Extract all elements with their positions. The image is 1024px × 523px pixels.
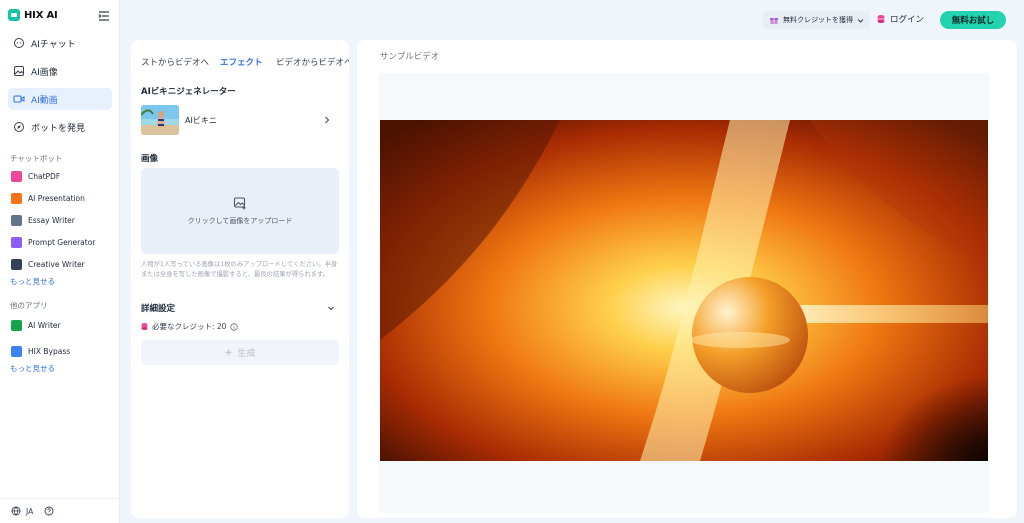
- login-button[interactable]: ログイン: [877, 13, 924, 25]
- ai-writer-icon: [11, 320, 22, 331]
- generator-name: AIビキニ: [185, 115, 217, 125]
- app-essay-writer[interactable]: Essay Writer: [11, 215, 75, 226]
- logo-text: HIX AI: [24, 9, 58, 21]
- sparkle-icon: [224, 348, 233, 357]
- essay-writer-icon: [11, 215, 22, 226]
- image-upload-area[interactable]: クリックして画像をアップロード: [141, 168, 339, 254]
- image-icon: [14, 66, 24, 76]
- nav-ai-video[interactable]: AI動画: [8, 88, 112, 110]
- other-apps-section-label: 他のアプリ: [10, 301, 48, 310]
- tab-bar: ストからビデオへ エフェクト ビデオからビデオへ: [131, 52, 349, 72]
- free-credit-label: 無料クレジットを獲得: [783, 16, 853, 24]
- image-section-label: 画像: [141, 154, 159, 164]
- generator-thumbnail: [141, 105, 179, 135]
- nav-discover-bots[interactable]: ボットを発見: [8, 116, 112, 138]
- generator-section-label: AIビキニジェネレーター: [141, 87, 236, 97]
- logo[interactable]: HIX AI: [8, 9, 58, 21]
- tab-text-to-video[interactable]: ストからビデオへ: [141, 56, 209, 68]
- generator-selector[interactable]: AIビキニ: [141, 102, 339, 138]
- preview-panel: サンプルビデオ: [357, 40, 1017, 518]
- collapse-sidebar-icon[interactable]: [98, 10, 110, 22]
- info-icon[interactable]: [230, 322, 239, 331]
- sidebar: HIX AI AIチャット AI画像 AI動画 ボットを発見 チャットボット C…: [0, 0, 120, 523]
- chevron-down-icon: [328, 306, 334, 311]
- app-hix-bypass[interactable]: HIX Bypass: [11, 346, 70, 357]
- sample-video-frame: [380, 120, 988, 461]
- generate-label: 生成: [237, 349, 256, 359]
- language-selector[interactable]: JA: [11, 506, 33, 516]
- help-icon[interactable]: [44, 506, 54, 516]
- sample-video[interactable]: [380, 120, 988, 461]
- app-label: AI Writer: [28, 321, 61, 330]
- required-credits: 必要なクレジット: 20: [141, 321, 239, 332]
- language-label: JA: [26, 506, 34, 516]
- nav-label: AI動画: [31, 95, 58, 106]
- show-more-chatbots-link[interactable]: もっと見せる: [10, 276, 55, 287]
- app-label: AI Presentation: [28, 194, 85, 203]
- advanced-settings-toggle[interactable]: 詳細設定: [141, 302, 339, 314]
- app-label: Essay Writer: [28, 216, 75, 225]
- upload-text: クリックして画像をアップロード: [187, 217, 293, 225]
- creative-writer-icon: [11, 259, 22, 270]
- chevron-right-icon: [325, 116, 330, 124]
- app-chatpdf[interactable]: ChatPDF: [11, 171, 60, 182]
- logo-mark-icon: [8, 9, 20, 21]
- app-label: Creative Writer: [28, 260, 85, 269]
- upload-hint: 人物が1人写っている画像は1枚のみアップロードしてください。半身または全身を写し…: [141, 261, 338, 278]
- globe-icon: [11, 506, 21, 516]
- tab-video-to-video[interactable]: ビデオからビデオへ: [276, 56, 349, 68]
- advanced-settings-label: 詳細設定: [141, 304, 176, 314]
- tab-effects[interactable]: エフェクト: [220, 56, 263, 68]
- nav-ai-image[interactable]: AI画像: [8, 60, 112, 82]
- hix-bypass-icon: [11, 346, 22, 357]
- chatpdf-icon: [11, 171, 22, 182]
- coin-stack-icon: [141, 323, 148, 330]
- app-label: ChatPDF: [28, 172, 61, 181]
- free-credit-button[interactable]: 無料クレジットを獲得: [763, 11, 870, 29]
- nav-label: AIチャット: [31, 39, 76, 50]
- upload-image-icon: [233, 197, 246, 210]
- chevron-down-icon: [857, 18, 864, 23]
- login-label: ログイン: [890, 15, 925, 25]
- app-creative-writer[interactable]: Creative Writer: [11, 259, 85, 270]
- app-ai-presentation[interactable]: AI Presentation: [11, 193, 85, 204]
- video-icon: [13, 95, 25, 103]
- presentation-icon: [11, 193, 22, 204]
- app-ai-writer[interactable]: AI Writer: [11, 320, 61, 331]
- free-trial-button[interactable]: 無料お試し: [940, 11, 1006, 29]
- preview-title: サンプルビデオ: [380, 52, 440, 62]
- prompt-generator-icon: [11, 237, 22, 248]
- generate-button[interactable]: 生成: [141, 340, 339, 365]
- nav-label: AI画像: [31, 67, 58, 78]
- nav-ai-chat[interactable]: AIチャット: [8, 32, 112, 54]
- chatbot-section-label: チャットボット: [10, 154, 63, 163]
- app-prompt-generator[interactable]: Prompt Generator: [11, 237, 95, 248]
- app-label: Prompt Generator: [28, 238, 96, 247]
- required-credits-label: 必要なクレジット: 20: [152, 322, 227, 331]
- compass-icon: [14, 122, 24, 132]
- settings-panel: ストからビデオへ エフェクト ビデオからビデオへ AIビキニジェネレーター AI…: [131, 40, 349, 518]
- gift-icon: [770, 18, 778, 24]
- show-more-apps-link[interactable]: もっと見せる: [10, 363, 55, 374]
- coin-stack-icon: [877, 15, 885, 23]
- sidebar-footer: JA: [0, 498, 119, 523]
- app-label: HIX Bypass: [28, 347, 71, 356]
- chat-icon: [14, 38, 24, 48]
- nav-label: ボットを発見: [31, 123, 86, 134]
